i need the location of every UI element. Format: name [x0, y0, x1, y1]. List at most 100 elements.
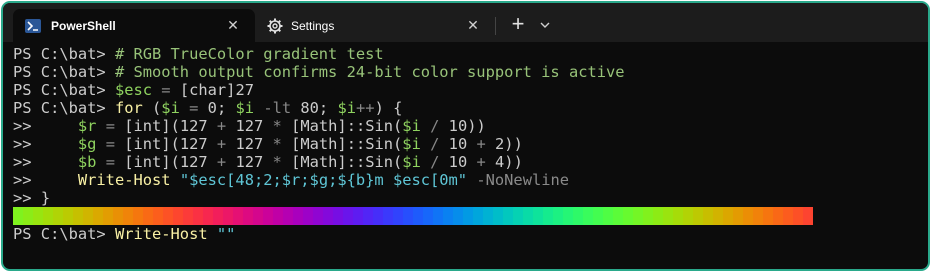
prompt: PS C:\bat>	[13, 63, 115, 81]
prompt: >>	[13, 117, 78, 135]
terminal-line: PS C:\bat> # Smooth output confirms 24-b…	[13, 63, 928, 81]
code-token: +	[476, 135, 486, 153]
code-token: /	[430, 153, 440, 171]
code-token: [char]27	[170, 81, 254, 99]
gradient-cell	[583, 207, 593, 225]
code-token: ++	[356, 99, 375, 117]
code-token: =	[105, 135, 115, 153]
gradient-cell	[743, 207, 753, 225]
gradient-cell	[603, 207, 613, 225]
code-token: # Smooth output confirms 24-bit color su…	[114, 63, 625, 81]
gradient-cell	[293, 207, 303, 225]
close-icon[interactable]: ✕	[225, 17, 241, 33]
color-gradient-bar	[13, 207, 928, 225]
prompt: >>	[13, 153, 78, 171]
code-token: +	[216, 153, 227, 171]
tab-bar: PowerShell ✕ Settings ✕ +	[3, 3, 928, 42]
code-token: $i	[402, 153, 421, 171]
gradient-cell	[543, 207, 553, 225]
code-token: (	[142, 99, 162, 117]
new-tab-button[interactable]: +	[505, 13, 531, 37]
code-token: [int](127	[114, 153, 217, 171]
code-token: /	[430, 117, 440, 135]
prompt: PS C:\bat>	[13, 99, 115, 117]
gradient-cell	[483, 207, 493, 225]
gradient-cell	[703, 207, 713, 225]
gradient-cell	[553, 207, 563, 225]
code-token: $r	[77, 117, 97, 135]
tab-settings[interactable]: Settings ✕	[255, 9, 495, 42]
code-token: 4))	[485, 153, 523, 171]
gradient-cell	[373, 207, 383, 225]
gradient-cell	[23, 207, 33, 225]
code-token: -lt	[263, 99, 292, 117]
code-token: 127	[226, 117, 273, 135]
code-token: 80;	[291, 99, 338, 117]
code-token: =	[105, 153, 115, 171]
gradient-cell	[793, 207, 803, 225]
gradient-cell	[73, 207, 83, 225]
gradient-cell	[753, 207, 763, 225]
terminal-line: PS C:\bat> # RGB TrueColor gradient test	[13, 45, 928, 63]
gradient-cell	[313, 207, 323, 225]
gradient-cell	[733, 207, 743, 225]
gradient-cell	[43, 207, 53, 225]
code-token: $i	[402, 117, 421, 135]
gradient-cell	[223, 207, 233, 225]
gradient-cell	[53, 207, 63, 225]
gradient-cell	[363, 207, 373, 225]
code-token: 10	[439, 153, 477, 171]
code-token: /	[430, 135, 440, 153]
chevron-down-icon[interactable]	[535, 15, 555, 35]
code-token: "$esc[48;2;$r;$g;${b}m $esc[0m"	[179, 171, 468, 189]
gradient-cell	[473, 207, 483, 225]
gear-icon	[267, 18, 283, 34]
gradient-cell	[403, 207, 413, 225]
gradient-cell	[253, 207, 263, 225]
gradient-cell	[513, 207, 523, 225]
gradient-cell	[83, 207, 93, 225]
terminal-line: >> $g = [int](127 + 127 * [Math]::Sin($i…	[13, 135, 928, 153]
gradient-cell	[593, 207, 603, 225]
gradient-cell	[143, 207, 153, 225]
powershell-icon	[25, 18, 41, 34]
tab-label: PowerShell	[51, 18, 116, 33]
gradient-cell	[383, 207, 393, 225]
gradient-cell	[113, 207, 123, 225]
code-token: }	[40, 189, 51, 207]
code-token: *	[272, 135, 282, 153]
gradient-cell	[353, 207, 363, 225]
gradient-cell	[273, 207, 283, 225]
close-icon[interactable]: ✕	[465, 17, 481, 33]
tab-divider	[495, 17, 496, 35]
terminal-line: >> $r = [int](127 + 127 * [Math]::Sin($i…	[13, 117, 928, 135]
gradient-cell	[463, 207, 473, 225]
prompt: PS C:\bat>	[13, 81, 115, 99]
gradient-cell	[623, 207, 633, 225]
gradient-cell	[263, 207, 273, 225]
code-token: $i	[161, 99, 180, 117]
code-token: [Math]::Sin(	[281, 117, 403, 135]
terminal-output[interactable]: PS C:\bat> # RGB TrueColor gradient test…	[13, 45, 928, 269]
gradient-cell	[803, 207, 813, 225]
gradient-cell	[613, 207, 623, 225]
gradient-cell	[693, 207, 703, 225]
code-token: +	[216, 117, 227, 135]
gradient-cell	[453, 207, 463, 225]
gradient-cell	[673, 207, 683, 225]
gradient-cell	[713, 207, 723, 225]
terminal-line: PS C:\bat> $esc = [char]27	[13, 81, 928, 99]
tab-powershell[interactable]: PowerShell ✕	[13, 9, 255, 42]
code-token: $i	[337, 99, 357, 117]
gradient-cell	[183, 207, 193, 225]
gradient-cell	[173, 207, 183, 225]
gradient-cell	[333, 207, 343, 225]
